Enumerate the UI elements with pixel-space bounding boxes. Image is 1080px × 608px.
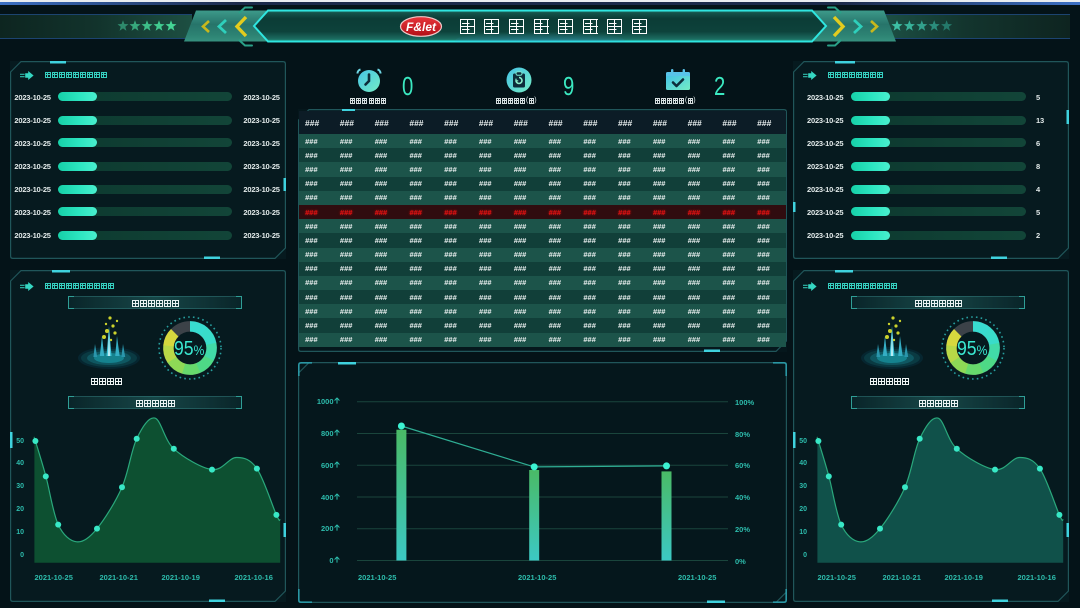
svg-text:F&let: F&let bbox=[406, 20, 437, 34]
